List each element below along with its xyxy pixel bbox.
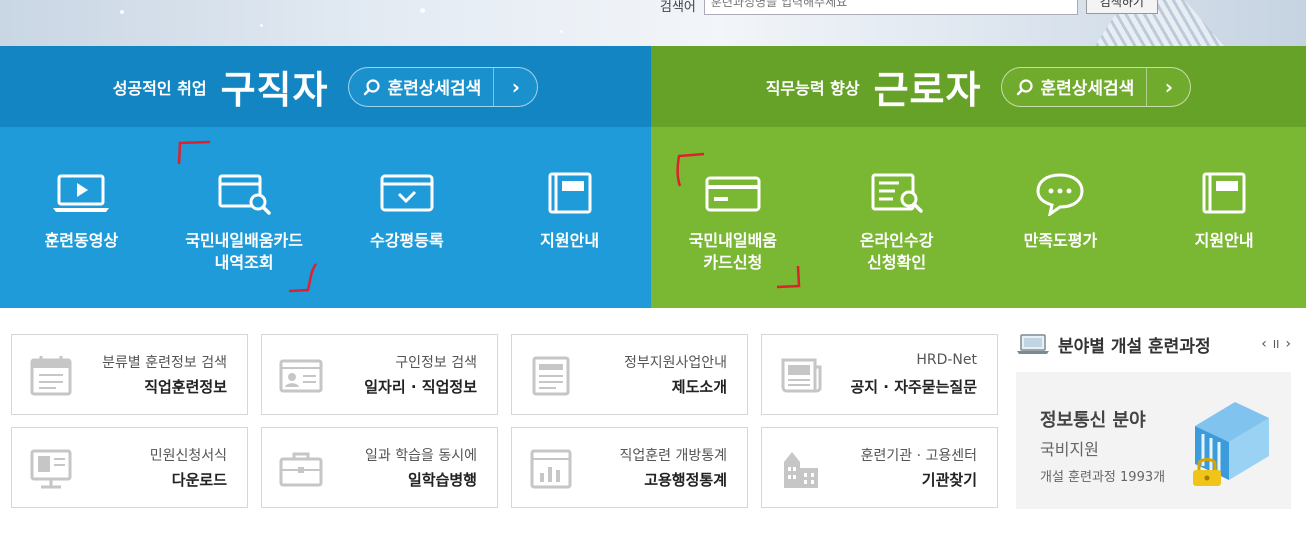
red-corner-mark <box>288 263 318 293</box>
job-item-training-video[interactable]: 훈련동영상 <box>0 127 163 308</box>
worker-title: 근로자 <box>873 68 982 112</box>
document-search-icon <box>871 173 923 213</box>
quick-link-program-intro[interactable]: 정부지원사업안내 제도소개 <box>511 334 748 415</box>
quick-link-training-info[interactable]: 분류별 훈련정보 검색 직업훈련정보 <box>11 334 248 415</box>
quick-link-caption: 정부지원사업안내 <box>623 355 727 371</box>
building-icon <box>784 452 818 488</box>
quick-link-title: 기관찾기 <box>921 471 977 489</box>
quick-link-caption: 민원신청서식 <box>149 448 227 464</box>
card-field-title: 정보통신 분야 <box>1040 410 1146 431</box>
chevron-left-icon[interactable]: ‹ <box>1261 336 1267 352</box>
worker-subtitle: 직무능력 향상 <box>765 78 860 98</box>
job-seeker-detail-search-button[interactable]: 훈련상세검색 › <box>348 66 539 107</box>
id-card-icon <box>279 359 323 393</box>
card-course-count: 개설 훈련과정 1993개 <box>1040 470 1166 485</box>
quick-link-title: 제도소개 <box>671 378 727 396</box>
top-banner: 검색어 검색하기 <box>0 0 1306 46</box>
chevron-right-icon: › <box>493 67 537 106</box>
card-subtitle: 국비지원 <box>1040 440 1099 459</box>
worker-item-support-guide[interactable]: 지원안내 <box>1142 127 1306 308</box>
quick-link-work-study[interactable]: 일과 학습을 동시에 일학습병행 <box>261 427 498 508</box>
card-search-icon <box>218 174 271 215</box>
red-corner-mark <box>676 152 705 187</box>
credit-card-icon <box>705 176 761 212</box>
job-seeker-subtitle: 성공적인 취업 <box>112 78 207 98</box>
book-icon <box>548 172 592 214</box>
worker-item-online-check[interactable]: 온라인수강 신청확인 <box>815 127 979 308</box>
job-item-course-review[interactable]: 수강평등록 <box>326 127 489 308</box>
quick-link-caption: 일과 학습을 동시에 <box>365 448 477 464</box>
quick-link-notice-faq[interactable]: HRD-Net 공지 · 자주묻는질문 <box>761 334 998 415</box>
job-item-label: 수강평등록 <box>370 231 444 250</box>
search-icon <box>364 78 381 95</box>
government-building-icon <box>1193 402 1269 486</box>
book-icon <box>1202 172 1246 214</box>
quick-link-title: 공지 · 자주묻는질문 <box>850 378 977 396</box>
quick-link-caption: 구인정보 검색 <box>395 355 477 371</box>
job-seeker-title: 구직자 <box>220 68 329 112</box>
job-seeker-search-label: 훈련상세검색 <box>387 79 482 99</box>
worker-item-label: 지원안내 <box>1194 231 1254 250</box>
laptop-icon <box>1017 334 1049 354</box>
search-button[interactable]: 검색하기 <box>1085 0 1158 14</box>
quick-link-title: 일학습병행 <box>407 471 477 489</box>
worker-detail-search-button[interactable]: 훈련상세검색 › <box>1001 66 1192 107</box>
top-search: 검색어 검색하기 <box>660 0 1158 15</box>
quick-link-form-download[interactable]: 민원신청서식 다운로드 <box>11 427 248 508</box>
red-corner-mark <box>177 140 211 165</box>
quick-link-caption: 훈련기관 · 고용센터 <box>860 448 977 464</box>
worker-item-label: 온라인수강 신청확인 <box>859 231 934 272</box>
worker-panel: 직무능력 향상 근로자 훈련상세검색 › 국민내일배움 카드신청 온라인수강 신… <box>651 46 1306 308</box>
briefcase-icon <box>279 452 323 487</box>
widget-title: 분야별 개설 훈련과정 <box>1058 336 1211 357</box>
quick-link-title: 직업훈련정보 <box>144 378 227 396</box>
quick-link-title: 일자리 · 직업정보 <box>364 378 477 396</box>
window-check-icon <box>380 174 434 212</box>
search-icon <box>1017 78 1034 95</box>
quick-link-title: 다운로드 <box>171 471 227 489</box>
quick-link-caption: 직업훈련 개방통계 <box>619 448 728 464</box>
chevron-right-icon[interactable]: › <box>1285 336 1291 352</box>
field-courses-widget: 분야별 개설 훈련과정 ‹ II › 정보통신 분야 국비지원 개설 훈련과정 … <box>1016 330 1291 509</box>
red-corner-mark <box>776 265 801 289</box>
chevron-right-icon: › <box>1146 67 1190 106</box>
quick-link-statistics[interactable]: 직업훈련 개방통계 고용행정통계 <box>511 427 748 508</box>
stats-icon <box>530 449 572 489</box>
worker-header: 직무능력 향상 근로자 훈련상세검색 › <box>651 46 1306 127</box>
worker-search-label: 훈련상세검색 <box>1040 79 1135 99</box>
video-laptop-icon <box>53 174 110 212</box>
job-seeker-panel: 성공적인 취업 구직자 훈련상세검색 › 훈련동영상 국민내일배움카드 내역조회… <box>0 46 651 308</box>
chat-bubble-icon <box>1036 173 1084 216</box>
pause-icon[interactable]: II <box>1273 338 1280 352</box>
job-item-support-guide[interactable]: 지원안내 <box>488 127 651 308</box>
job-item-label: 훈련동영상 <box>44 231 119 250</box>
course-field-card[interactable]: 정보통신 분야 국비지원 개설 훈련과정 1993개 <box>1016 372 1291 509</box>
quick-link-institution-search[interactable]: 훈련기관 · 고용센터 기관찾기 <box>761 427 998 508</box>
search-input[interactable] <box>703 0 1078 15</box>
search-label: 검색어 <box>660 0 696 15</box>
quick-link-title: 고용행정통계 <box>644 471 727 489</box>
quick-link-job-info[interactable]: 구인정보 검색 일자리 · 직업정보 <box>261 334 498 415</box>
quick-link-caption: 분류별 훈련정보 검색 <box>102 355 227 371</box>
calendar-icon <box>30 356 72 396</box>
document-icon <box>532 356 570 396</box>
worker-item-label: 만족도평가 <box>1023 231 1098 250</box>
quick-link-caption: HRD-Net <box>916 352 977 368</box>
monitor-download-icon <box>30 449 72 489</box>
job-item-label: 지원안내 <box>540 231 600 250</box>
worker-item-satisfaction[interactable]: 만족도평가 <box>979 127 1143 308</box>
newspaper-icon <box>781 358 822 393</box>
job-seeker-header: 성공적인 취업 구직자 훈련상세검색 › <box>0 46 651 127</box>
